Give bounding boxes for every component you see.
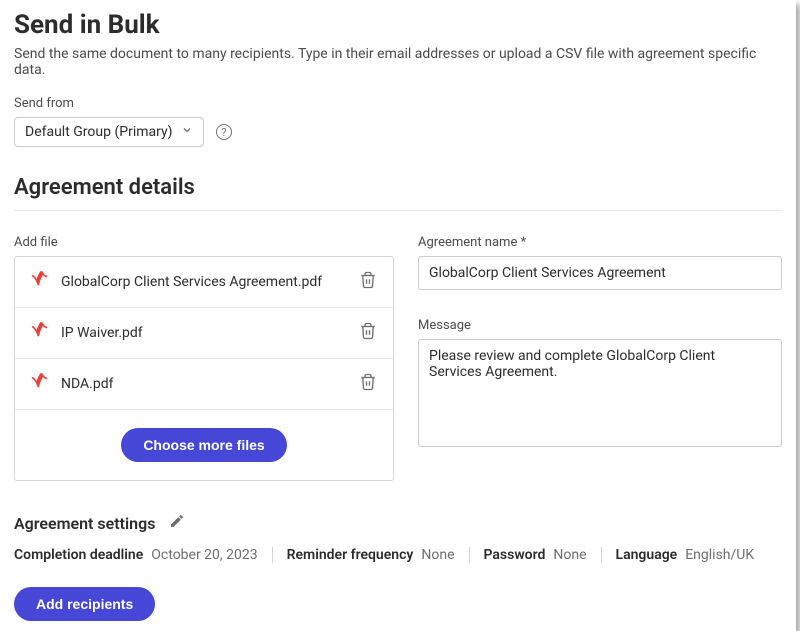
setting-label: Password (484, 547, 546, 563)
send-from-value: Default Group (Primary) (25, 124, 172, 140)
setting-label: Language (616, 547, 678, 563)
setting-value: None (553, 547, 586, 563)
add-file-label: Add file (14, 235, 394, 250)
delete-file-button[interactable] (355, 369, 381, 399)
setting-value: October 20, 2023 (151, 547, 257, 563)
file-item: IP Waiver.pdf (15, 308, 393, 359)
send-from-select[interactable]: Default Group (Primary) (14, 117, 204, 147)
page-title: Send in Bulk (14, 10, 782, 40)
chevron-down-icon (181, 124, 193, 140)
message-textarea[interactable] (418, 339, 782, 447)
file-item: GlobalCorp Client Services Agreement.pdf (15, 257, 393, 308)
agreement-settings-title: Agreement settings (14, 514, 155, 533)
agreement-name-input[interactable] (418, 256, 782, 290)
setting-label: Reminder frequency (287, 547, 414, 563)
file-list: GlobalCorp Client Services Agreement.pdf… (14, 256, 394, 481)
pdf-icon (27, 269, 49, 295)
pdf-icon (27, 320, 49, 346)
delete-file-button[interactable] (355, 318, 381, 348)
pdf-icon (27, 371, 49, 397)
setting-value: English/UK (685, 547, 754, 563)
setting-value: None (421, 547, 454, 563)
agreement-name-label: Agreement name * (418, 235, 782, 250)
choose-more-files-button[interactable]: Choose more files (121, 428, 286, 462)
message-label: Message (418, 318, 782, 333)
edit-settings-button[interactable] (167, 511, 187, 535)
help-icon[interactable]: ? (216, 124, 232, 140)
setting-label: Completion deadline (14, 547, 143, 563)
file-name: NDA.pdf (61, 376, 343, 392)
delete-file-button[interactable] (355, 267, 381, 297)
divider (14, 210, 782, 211)
file-name: GlobalCorp Client Services Agreement.pdf (61, 274, 343, 290)
page-subtitle: Send the same document to many recipient… (14, 46, 782, 78)
send-from-label: Send from (14, 96, 782, 111)
settings-summary: Completion deadline October 20, 2023 Rem… (14, 547, 782, 563)
file-name: IP Waiver.pdf (61, 325, 343, 341)
agreement-details-title: Agreement details (14, 175, 782, 200)
file-item: NDA.pdf (15, 359, 393, 410)
add-recipients-button[interactable]: Add recipients (14, 587, 155, 621)
